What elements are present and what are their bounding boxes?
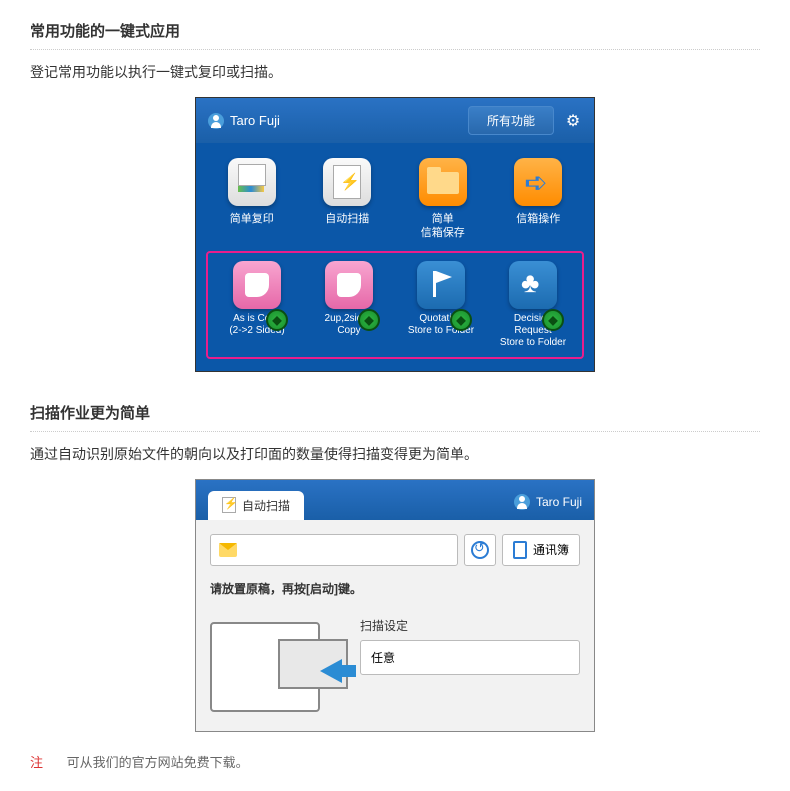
copy-icon xyxy=(228,158,276,206)
panel-header: Taro Fuji 所有功能 ⚙ xyxy=(196,98,594,143)
oneclick-icon xyxy=(325,261,373,309)
club-icon xyxy=(509,261,557,309)
printer-illustration xyxy=(210,617,340,717)
footnote: 注 可从我们的官方网站免费下载。 xyxy=(30,752,760,771)
history-icon xyxy=(471,541,489,559)
oneclick-icon xyxy=(233,261,281,309)
scan-tab[interactable]: 自动扫描 xyxy=(208,491,304,520)
scan-settings-select[interactable]: 任意 xyxy=(360,640,580,675)
app-label: 简单 信箱保存 xyxy=(405,212,481,241)
device-home-panel: Taro Fuji 所有功能 ⚙ 简单复印 自动扫描 简单 信箱保存 信箱操作 … xyxy=(195,97,595,372)
app-icon-grid: 简单复印 自动扫描 简单 信箱保存 信箱操作 xyxy=(196,143,594,251)
start-badge-icon: ◆ xyxy=(358,309,380,331)
contacts-button[interactable]: 通讯簿 xyxy=(502,534,580,566)
auto-scan-panel: 自动扫描 Taro Fuji 通讯簿 请放置原稿，再按[启动]键。 xyxy=(195,479,595,732)
user-icon xyxy=(514,494,530,510)
oneclick-2up-2sided[interactable]: ◆ 2up,2sided Copy xyxy=(310,261,388,349)
section1-title: 常用功能的一键式应用 xyxy=(30,20,760,50)
scan-tab-icon xyxy=(222,497,236,513)
envelope-icon xyxy=(219,543,237,557)
oneclick-highlight-row: ◆ As is Copy (2->2 Sided) ◆ 2up,2sided C… xyxy=(206,251,584,359)
mailbox-icon xyxy=(514,158,562,206)
instruction-text: 请放置原稿，再按[启动]键。 xyxy=(210,580,580,597)
gear-icon[interactable]: ⚙ xyxy=(564,112,582,130)
note-text: 可从我们的官方网站免费下载。 xyxy=(67,755,249,770)
section2-desc: 通过自动识别原始文件的朝向以及打印面的数量使得扫描变得更为简单。 xyxy=(30,444,760,464)
flag-icon xyxy=(417,261,465,309)
scan-header: 自动扫描 Taro Fuji xyxy=(196,480,594,520)
address-book-icon xyxy=(513,541,527,559)
scan-user-name: Taro Fuji xyxy=(536,495,582,509)
scan-settings-label: 扫描设定 xyxy=(360,617,580,634)
oneclick-as-is-copy[interactable]: ◆ As is Copy (2->2 Sided) xyxy=(218,261,296,349)
app-simple-mailbox-save[interactable]: 简单 信箱保存 xyxy=(405,158,481,241)
start-badge-icon: ◆ xyxy=(266,309,288,331)
oneclick-decision-request[interactable]: ◆ Decision Request Store to Folder xyxy=(494,261,572,349)
app-label: 信箱操作 xyxy=(501,212,577,226)
recipient-row: 通讯簿 xyxy=(210,534,580,566)
app-auto-scan[interactable]: 自动扫描 xyxy=(310,158,386,241)
app-label: 简单复印 xyxy=(214,212,290,226)
scan-icon xyxy=(323,158,371,206)
oneclick-quotation-store[interactable]: ◆ Quotation Store to Folder xyxy=(402,261,480,349)
recipient-input[interactable] xyxy=(210,534,458,566)
user-name: Taro Fuji xyxy=(230,113,468,128)
note-label: 注 xyxy=(30,755,43,770)
all-functions-button[interactable]: 所有功能 xyxy=(468,106,554,135)
app-mailbox-operation[interactable]: 信箱操作 xyxy=(501,158,577,241)
scan-user: Taro Fuji xyxy=(514,494,582,520)
arrow-left-icon xyxy=(320,659,342,683)
section2-title: 扫描作业更为简单 xyxy=(30,402,760,432)
start-badge-icon: ◆ xyxy=(542,309,564,331)
folder-icon xyxy=(419,158,467,206)
app-simple-copy[interactable]: 简单复印 xyxy=(214,158,290,241)
history-button[interactable] xyxy=(464,534,496,566)
contacts-label: 通讯簿 xyxy=(533,541,569,558)
app-label: 自动扫描 xyxy=(310,212,386,226)
start-badge-icon: ◆ xyxy=(450,309,472,331)
section1-desc: 登记常用功能以执行一键式复印或扫描。 xyxy=(30,62,760,82)
scan-tab-label: 自动扫描 xyxy=(242,497,290,514)
user-icon xyxy=(208,113,224,129)
